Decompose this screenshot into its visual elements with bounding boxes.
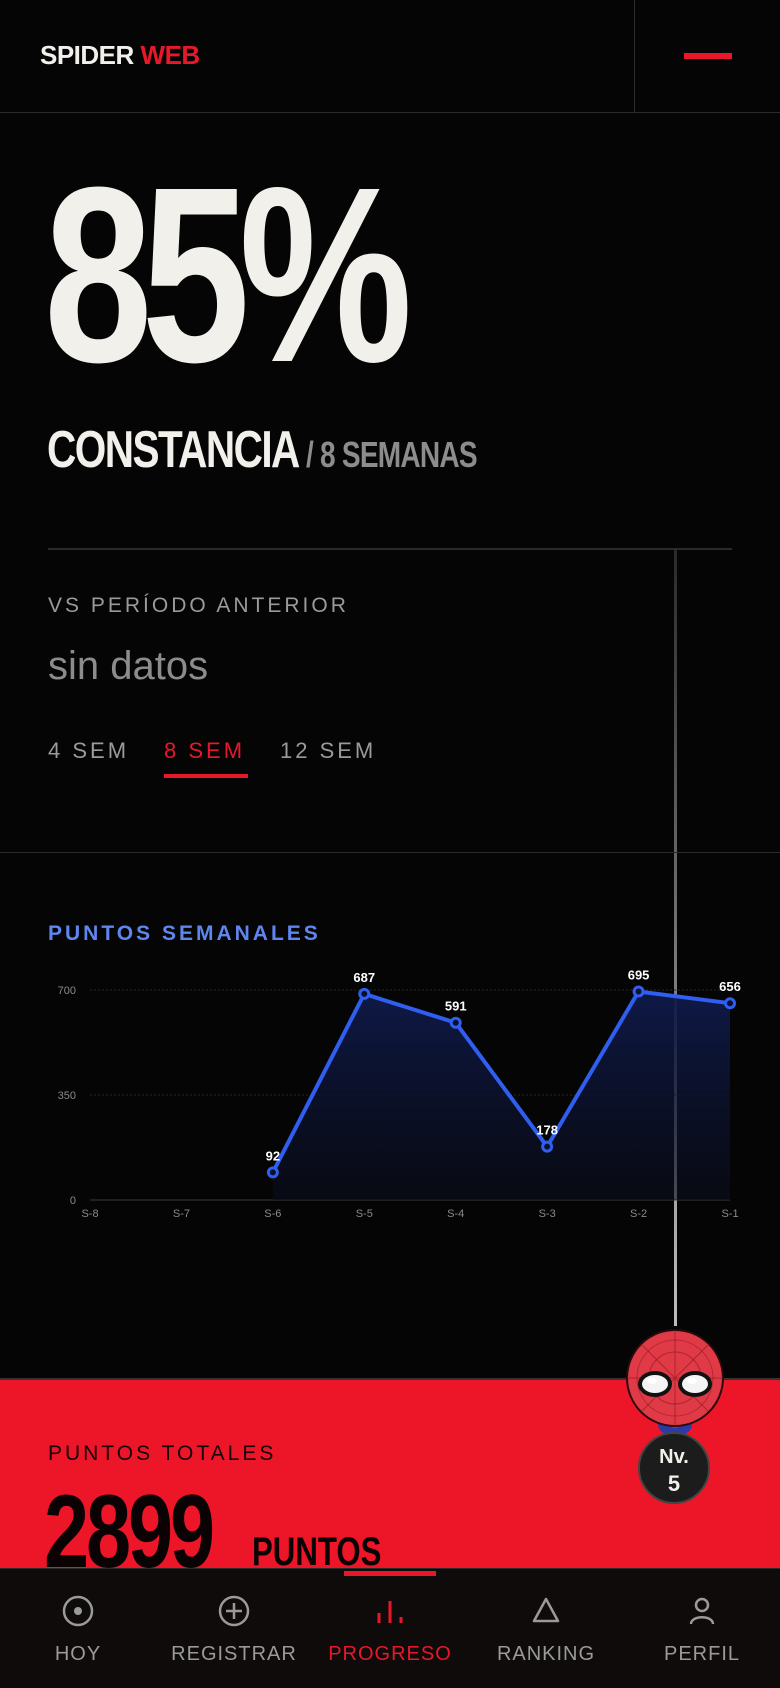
nav-label-ranking: RANKING xyxy=(496,1643,596,1665)
data-label: 687 xyxy=(353,970,375,985)
x-tick-label: S-8 xyxy=(81,1208,98,1220)
tab-12-sem[interactable]: 12 SEM xyxy=(280,738,376,764)
x-tick-label: S-2 xyxy=(630,1208,647,1220)
comparison-value: sin datos xyxy=(48,644,209,688)
nav-item-perfil[interactable]: PERFIL xyxy=(624,1569,780,1688)
chart-title: PUNTOS SEMANALES xyxy=(48,922,321,945)
nav-item-hoy[interactable]: HOY xyxy=(0,1569,156,1688)
weekly-points-chart: 0 350 700 92 687 591 178 695 656 S-8 S-7 S-6 S-5 S-… xyxy=(58,968,741,1221)
chart-point[interactable] xyxy=(724,997,736,1010)
x-tick-label: S-1 xyxy=(721,1208,738,1220)
data-label: 656 xyxy=(719,979,741,994)
chart-point[interactable] xyxy=(449,1016,462,1029)
tab-4-sem[interactable]: 4 SEM xyxy=(48,738,129,764)
logo-text-spider: SPIDER xyxy=(40,40,134,70)
level-prefix: Nv. xyxy=(659,1446,689,1468)
app-header: SPIDER WEB xyxy=(0,0,780,113)
logo-text-web: WEB xyxy=(140,40,201,70)
consistency-label: CONSTANCIA xyxy=(47,421,300,479)
data-label: 695 xyxy=(628,968,650,983)
data-label: 178 xyxy=(536,1123,558,1138)
x-tick-label: S-7 xyxy=(173,1208,190,1220)
active-tab-underline xyxy=(164,774,248,778)
y-tick-label: 0 xyxy=(70,1195,76,1207)
comparison-label: VS PERÍODO ANTERIOR xyxy=(48,594,349,617)
x-tick-label: S-6 xyxy=(264,1208,281,1220)
nav-label-hoy: HOY xyxy=(54,1643,102,1665)
chart-point[interactable] xyxy=(266,1166,279,1179)
y-tick-label: 700 xyxy=(58,985,76,997)
hamburger-icon xyxy=(684,53,732,59)
consistency-period: / 8 SEMANAS xyxy=(306,434,478,475)
triangle-icon xyxy=(532,1597,560,1623)
data-label: 591 xyxy=(445,999,467,1014)
bottom-navigation: HOY REGISTRAR PROGRESO RANKING PERFIL xyxy=(0,1568,780,1688)
total-points-label: PUNTOS TOTALES xyxy=(48,1442,277,1465)
nav-label-perfil: PERFIL xyxy=(663,1643,741,1665)
bar-chart-icon xyxy=(377,1601,403,1623)
header-divider xyxy=(634,0,635,113)
nav-item-ranking[interactable]: RANKING xyxy=(468,1569,624,1688)
nav-item-registrar[interactable]: REGISTRAR xyxy=(156,1569,312,1688)
nav-label-registrar: REGISTRAR xyxy=(171,1643,297,1665)
x-tick-label: S-3 xyxy=(539,1208,556,1220)
x-tick-label: S-4 xyxy=(447,1208,464,1220)
consistency-percentage: 85% xyxy=(44,135,412,414)
chart-area-fill xyxy=(272,991,730,1200)
x-tick-label: S-5 xyxy=(356,1208,373,1220)
user-icon xyxy=(689,1597,715,1625)
app-logo[interactable]: SPIDER WEB xyxy=(40,40,200,71)
chart-point[interactable] xyxy=(632,985,645,998)
data-label: 92 xyxy=(266,1148,280,1163)
level-badge[interactable]: Nv. 5 xyxy=(638,1432,710,1504)
chart-point[interactable] xyxy=(541,1140,554,1153)
plus-circle-icon xyxy=(218,1595,250,1627)
y-tick-label: 350 xyxy=(58,1090,76,1102)
nav-item-progreso[interactable]: PROGRESO xyxy=(312,1569,468,1688)
menu-button[interactable] xyxy=(660,36,750,76)
section-divider xyxy=(48,548,732,550)
nav-label-progreso: PROGRESO xyxy=(328,1643,452,1665)
target-icon xyxy=(62,1595,94,1627)
level-number: 5 xyxy=(667,1471,681,1496)
tab-8-sem[interactable]: 8 SEM xyxy=(164,738,245,764)
section-divider xyxy=(0,852,780,853)
chart-point[interactable] xyxy=(358,987,371,1000)
